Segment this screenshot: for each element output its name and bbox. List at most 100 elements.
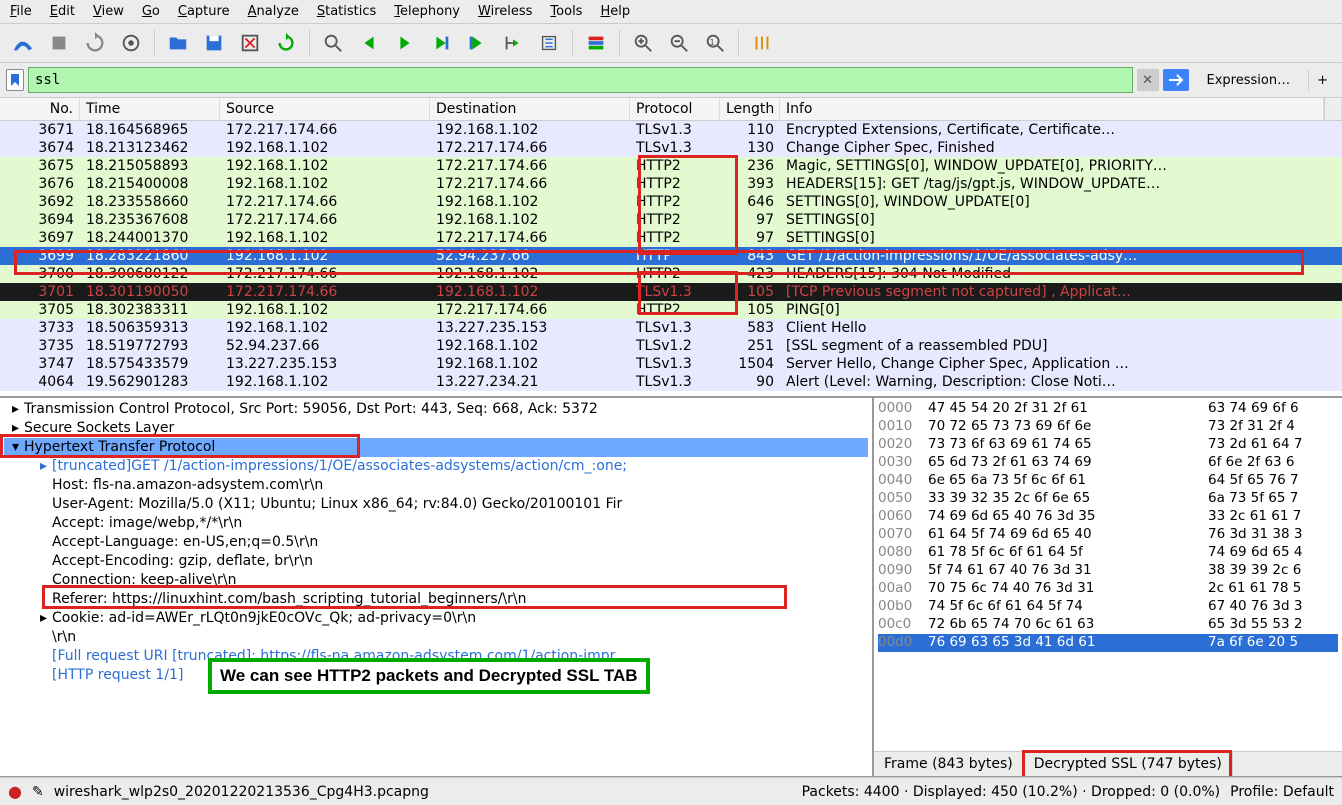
packet-row[interactable]: 370518.302383311192.168.1.102172.217.174… [0,301,1342,319]
capture-indicator-icon: ● [8,782,22,801]
col-time[interactable]: Time [80,98,220,120]
detail-line[interactable]: \r\n [4,628,868,647]
menu-go[interactable]: Go [142,4,160,19]
packet-row[interactable]: 369718.244001370192.168.1.102172.217.174… [0,229,1342,247]
hex-row[interactable]: 006074 69 6d 65 40 76 3d 35 33 2c 61 61 … [878,508,1338,526]
clear-filter-icon[interactable]: ✕ [1137,69,1159,91]
edit-icon[interactable]: ✎ [32,784,44,800]
packet-row[interactable]: 406419.562901283192.168.1.10213.227.234.… [0,373,1342,391]
detail-line[interactable]: Host: fls-na.amazon-adsystem.com\r\n [4,476,868,495]
packet-row[interactable]: 367418.213123462192.168.1.102172.217.174… [0,139,1342,157]
packet-row[interactable]: 369218.233558660172.217.174.66192.168.1.… [0,193,1342,211]
menu-bar: File Edit View Go Capture Analyze Statistics Te… [0,0,1342,24]
apply-filter-icon[interactable] [1163,69,1189,91]
prev-icon[interactable] [354,28,384,58]
annotation-text: We can see HTTP2 packets and Decrypted S… [208,658,650,694]
menu-wireless[interactable]: Wireless [478,4,532,19]
detail-line[interactable]: Accept: image/webp,*/*\r\n [4,514,868,533]
menu-help[interactable]: Help [600,4,630,19]
colorize-icon[interactable] [581,28,611,58]
hex-pane: 000047 45 54 20 2f 31 2f 61 63 74 69 6f … [872,398,1342,776]
col-length[interactable]: Length [720,98,780,120]
detail-line[interactable]: ▸Secure Sockets Layer [4,419,868,438]
zoom-reset-icon[interactable]: 1 [700,28,730,58]
col-destination[interactable]: Destination [430,98,630,120]
detail-line[interactable]: ▸Cookie: ad-id=AWEr_rLQt0n9jkE0cOVc_Qk; … [4,609,868,628]
detail-line[interactable]: Accept-Language: en-US,en;q=0.5\r\n [4,533,868,552]
packet-row[interactable]: 369418.235367608172.217.174.66192.168.1.… [0,211,1342,229]
display-filter-input[interactable] [28,67,1133,93]
detail-line[interactable]: Connection: keep-alive\r\n [4,571,868,590]
hex-row[interactable]: 005033 39 32 35 2c 6f 6e 65 6a 73 5f 65 … [878,490,1338,508]
jump-to-icon[interactable] [426,28,456,58]
menu-edit[interactable]: Edit [50,4,75,19]
col-no[interactable]: No. [0,98,80,120]
menu-tools[interactable]: Tools [550,4,582,19]
add-filter-button[interactable]: + [1308,70,1336,91]
detail-line[interactable]: ▾Hypertext Transfer Protocol [4,438,868,457]
status-profile[interactable]: Profile: Default [1230,784,1334,800]
detail-line[interactable]: ▸[truncated]GET /1/action-impressions/1/… [4,457,868,476]
bookmark-icon[interactable] [6,69,24,91]
zoom-in-icon[interactable] [628,28,658,58]
decrypted-ssl-tab[interactable]: Decrypted SSL (747 bytes) [1024,752,1233,776]
packet-row[interactable]: 374718.57543357913.227.235.153192.168.1.… [0,355,1342,373]
detail-line[interactable]: ▸Transmission Control Protocol, Src Port… [4,400,868,419]
hex-row[interactable]: 008061 78 5f 6c 6f 61 64 5f 74 69 6d 65 … [878,544,1338,562]
save-icon[interactable] [199,28,229,58]
col-info[interactable]: Info [780,98,1324,120]
next-icon[interactable] [390,28,420,58]
zoom-out-icon[interactable] [664,28,694,58]
menu-capture[interactable]: Capture [178,4,230,19]
resize-cols-icon[interactable] [747,28,777,58]
status-packets: Packets: 4400 · Displayed: 450 (10.2%) ·… [802,784,1221,800]
hex-row[interactable]: 00a070 75 6c 74 40 76 3d 31 2c 61 61 78 … [878,580,1338,598]
hex-row[interactable]: 00d076 69 63 65 3d 41 6d 61 7a 6f 6e 20 … [878,634,1338,652]
auto-scroll-icon[interactable] [534,28,564,58]
packet-row[interactable]: 367118.164568965172.217.174.66192.168.1.… [0,121,1342,139]
find-icon[interactable] [318,28,348,58]
expression-button[interactable]: Expression… [1193,70,1305,91]
menu-statistics[interactable]: Statistics [317,4,376,19]
packet-row[interactable]: 370118.301190050172.217.174.66192.168.1.… [0,283,1342,301]
close-icon[interactable] [235,28,265,58]
restart-icon[interactable] [80,28,110,58]
hex-row[interactable]: 000047 45 54 20 2f 31 2f 61 63 74 69 6f … [878,400,1338,418]
hex-row[interactable]: 003065 6d 73 2f 61 63 74 69 6f 6e 2f 63 … [878,454,1338,472]
packet-details[interactable]: ▸Transmission Control Protocol, Src Port… [0,398,872,776]
options-icon[interactable] [116,28,146,58]
col-protocol[interactable]: Protocol [630,98,720,120]
hex-row[interactable]: 00905f 74 61 67 40 76 3d 31 38 39 39 2c … [878,562,1338,580]
packet-list[interactable]: No. Time Source Destination Protocol Len… [0,98,1342,398]
detail-line[interactable]: Referer: https://linuxhint.com/bash_scri… [4,590,868,609]
packet-row[interactable]: 367518.215058893192.168.1.102172.217.174… [0,157,1342,175]
menu-view[interactable]: View [93,4,124,19]
col-source[interactable]: Source [220,98,430,120]
hex-tabs: Frame (843 bytes) Decrypted SSL (747 byt… [874,751,1342,776]
menu-file[interactable]: File [10,4,32,19]
packet-row[interactable]: 369918.283221860192.168.1.10252.94.237.6… [0,247,1342,265]
detail-line[interactable]: Accept-Encoding: gzip, deflate, br\r\n [4,552,868,571]
stop-icon[interactable] [44,28,74,58]
open-icon[interactable] [163,28,193,58]
hex-row[interactable]: 002073 73 6f 63 69 61 74 65 73 2d 61 64 … [878,436,1338,454]
hex-row[interactable]: 007061 64 5f 74 69 6d 65 40 76 3d 31 38 … [878,526,1338,544]
menu-analyze[interactable]: Analyze [248,4,299,19]
packet-row[interactable]: 370018.300680122172.217.174.66192.168.1.… [0,265,1342,283]
last-icon[interactable] [498,28,528,58]
menu-telephony[interactable]: Telephony [394,4,460,19]
hex-row[interactable]: 00b074 5f 6c 6f 61 64 5f 74 67 40 76 3d … [878,598,1338,616]
status-bar: ● ✎ wireshark_wlp2s0_20201220213536_Cpg4… [0,777,1342,805]
packet-row[interactable]: 373518.51977279352.94.237.66192.168.1.10… [0,337,1342,355]
hex-dump[interactable]: 000047 45 54 20 2f 31 2f 61 63 74 69 6f … [874,398,1342,751]
hex-row[interactable]: 001070 72 65 73 73 69 6f 6e 73 2f 31 2f … [878,418,1338,436]
hex-row[interactable]: 00c072 6b 65 74 70 6c 61 63 65 3d 55 53 … [878,616,1338,634]
detail-line[interactable]: User-Agent: Mozilla/5.0 (X11; Ubuntu; Li… [4,495,868,514]
first-icon[interactable] [462,28,492,58]
hex-row[interactable]: 00406e 65 6a 73 5f 6c 6f 61 64 5f 65 76 … [878,472,1338,490]
packet-row[interactable]: 367618.215400008192.168.1.102172.217.174… [0,175,1342,193]
reload-icon[interactable] [271,28,301,58]
packet-row[interactable]: 373318.506359313192.168.1.10213.227.235.… [0,319,1342,337]
shark-fin-icon[interactable] [8,28,38,58]
frame-tab[interactable]: Frame (843 bytes) [874,752,1024,776]
